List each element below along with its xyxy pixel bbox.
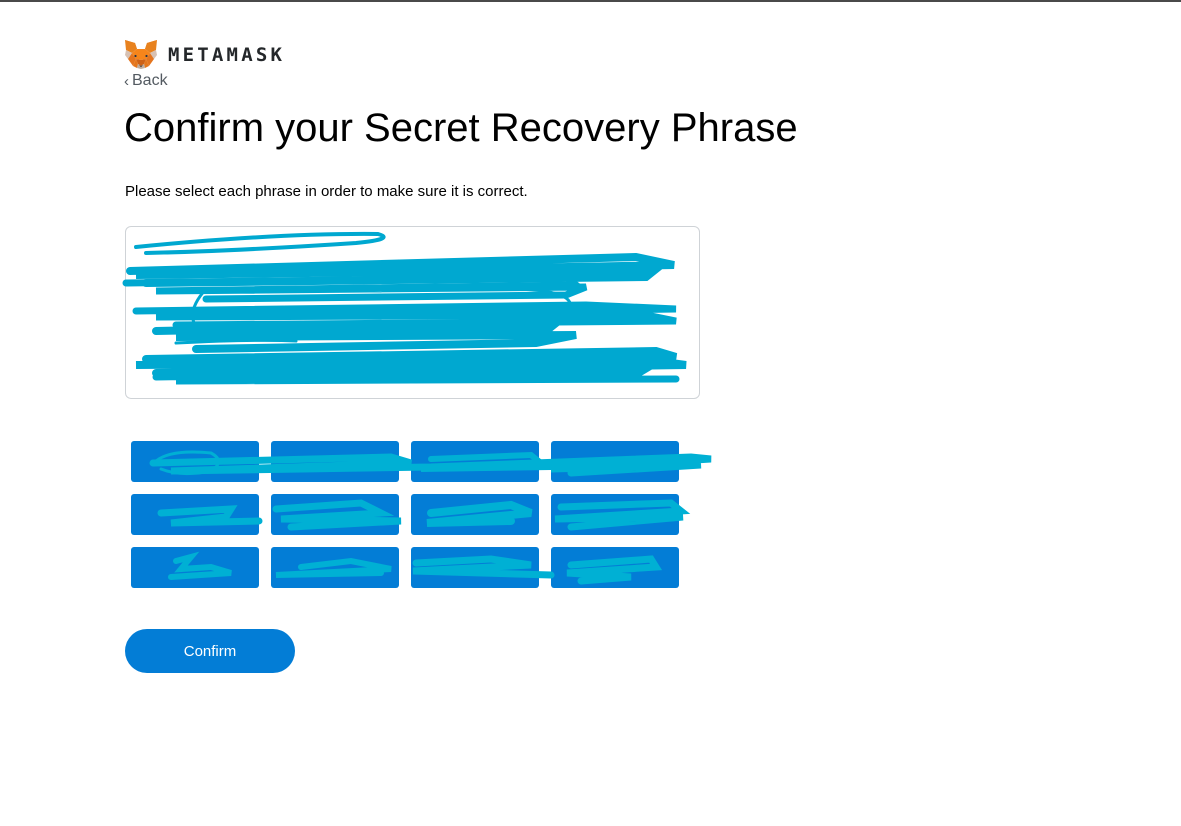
word-button[interactable]: [551, 547, 679, 588]
word-button[interactable]: [131, 494, 259, 535]
back-link[interactable]: ‹ Back: [124, 72, 168, 90]
word-button[interactable]: [551, 441, 679, 482]
redaction-scribble: [122, 231, 687, 385]
back-link-label: Back: [132, 72, 168, 89]
word-button[interactable]: [411, 441, 539, 482]
word-button[interactable]: [131, 547, 259, 588]
window-top-border: [0, 0, 1181, 2]
word-button[interactable]: [411, 494, 539, 535]
page-title: Confirm your Secret Recovery Phrase: [124, 106, 798, 150]
page-instructions: Please select each phrase in order to ma…: [125, 183, 528, 200]
metamask-brand: METAMASK: [124, 39, 285, 70]
metamask-fox-icon: [125, 40, 157, 69]
word-button[interactable]: [271, 441, 399, 482]
word-button[interactable]: [131, 441, 259, 482]
chevron-left-icon: ‹: [124, 72, 129, 90]
word-button[interactable]: [271, 547, 399, 588]
word-button[interactable]: [551, 494, 679, 535]
selected-phrase-area: [122, 226, 700, 399]
word-button[interactable]: [271, 494, 399, 535]
page: METAMASK ‹ Back Confirm your Secret Reco…: [0, 0, 1181, 826]
word-button[interactable]: [411, 547, 539, 588]
confirm-button[interactable]: Confirm: [125, 629, 295, 673]
metamask-wordmark: METAMASK: [168, 43, 286, 66]
